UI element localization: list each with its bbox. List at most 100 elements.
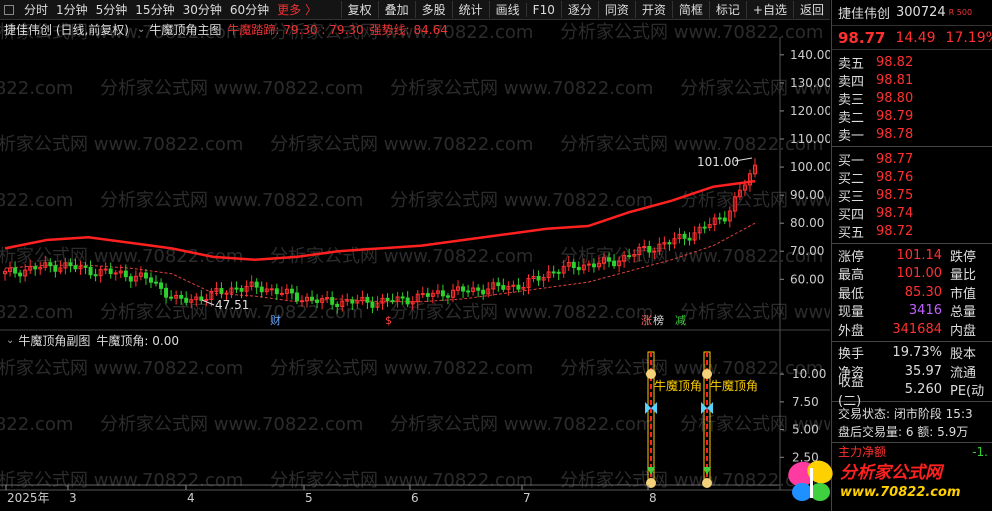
order-book-label: 卖二 <box>838 110 865 126</box>
quote-title: 捷佳伟创 300724 R 500 <box>832 0 992 26</box>
candle-body <box>18 272 23 277</box>
kline-chart[interactable]: 分析家公式网 www.70822.com 分析家公式网 www.70822.com… <box>0 0 830 511</box>
stat-label-2: 流通 <box>950 365 977 381</box>
x-tick-label: 3 <box>69 491 77 505</box>
main-indicator-label[interactable]: 牛魔顶角主图 <box>149 21 221 38</box>
stat-label: 涨停 <box>838 249 865 265</box>
candle-body <box>108 268 113 275</box>
candle-body <box>219 288 224 294</box>
candle-body <box>315 299 320 303</box>
order-book-row[interactable]: 卖三 98.80 <box>832 89 992 108</box>
candle-body <box>123 270 128 278</box>
candle-body <box>93 274 98 277</box>
candle-body <box>73 265 78 270</box>
candle-body <box>254 281 259 288</box>
order-book-row[interactable]: 买五 98.72 <box>832 222 992 241</box>
chevron-down-icon[interactable]: ⌄ <box>137 24 145 35</box>
stat-label-2: 内盘 <box>950 323 977 339</box>
candle-body <box>33 266 38 270</box>
main-chart-header: 捷佳伟创 (日线,前复权) ⌄ 牛魔顶角主图 牛魔踏蹄: 79.30 : 79.… <box>0 21 830 37</box>
order-book-row[interactable]: 买二 98.76 <box>832 168 992 187</box>
candle-body <box>466 290 471 293</box>
candle-body <box>667 242 672 245</box>
watermark-text: 分析家公式网 www.70822.com <box>100 78 363 99</box>
stat-value: 341684 <box>892 321 942 337</box>
stat-row: 收益(二) 5.260 PE(动 <box>832 375 992 409</box>
candle-body <box>294 292 299 302</box>
order-book-price: 98.77 <box>876 151 914 167</box>
order-book-row[interactable]: 卖四 98.81 <box>832 71 992 90</box>
y-tick-label: 110.00 <box>790 132 830 146</box>
x-tick-label: 7 <box>523 491 531 505</box>
candle-body <box>481 289 486 295</box>
watermark-text: 分析家公式网 www.70822.com <box>390 190 653 211</box>
candle-body <box>576 266 581 271</box>
chevron-down-icon[interactable]: ⌄ <box>6 335 14 346</box>
order-book-label: 卖四 <box>838 74 865 90</box>
stat-row: 外盘 341684 内盘 <box>832 320 992 339</box>
candle-body <box>148 277 153 283</box>
signal-label: 牛魔顶角 <box>654 378 702 393</box>
candle-body <box>400 296 405 299</box>
money-bag-icon <box>702 478 712 488</box>
order-book-row[interactable]: 买三 98.75 <box>832 186 992 205</box>
watermark-text: 分析家公式网 www.70822.com <box>270 470 533 491</box>
watermark-text: 分析家公式网 www.70822.com <box>680 302 830 323</box>
candle-body <box>325 297 330 300</box>
candle-body <box>501 285 506 290</box>
watermark-text: 分析家公式网 www.70822.com <box>0 358 243 379</box>
order-book-price: 98.78 <box>876 126 914 142</box>
watermark-text: 分析家公式网 www.70822.com <box>100 190 363 211</box>
stat-row: 换手 19.73% 股本 <box>832 344 992 363</box>
order-book-row[interactable]: 买一 98.77 <box>832 150 992 169</box>
sub-indicator-label[interactable]: 牛魔顶角副图 <box>18 332 90 349</box>
stat-value: 5.260 <box>904 382 942 398</box>
x-tick-label: 2025年 <box>7 491 50 505</box>
watermark-text: 分析家公式网 www.70822.com <box>270 134 533 155</box>
order-book-row[interactable]: 卖二 98.79 <box>832 107 992 126</box>
y-tick-label: 5.00 <box>792 423 819 437</box>
low-annotation: 47.51 <box>215 298 249 312</box>
candle-body <box>682 233 687 239</box>
stat-label: 外盘 <box>838 323 865 339</box>
watermark-text: 分析家公式网 www.70822.com <box>270 246 533 267</box>
stat-label-2: 股本 <box>950 347 977 363</box>
event-marker: 榜 <box>653 313 664 327</box>
candle-body <box>390 300 395 303</box>
order-book-row[interactable]: 卖一 98.78 <box>832 125 992 144</box>
stat-value: 3416 <box>908 303 942 319</box>
candle-body <box>647 246 652 253</box>
candle-body <box>159 282 164 289</box>
candle-body <box>722 217 727 222</box>
site-logo: 分析家公式网 www.70822.com <box>780 452 992 511</box>
candle-body <box>169 296 174 299</box>
candle-body <box>164 287 169 298</box>
x-tick-label: 6 <box>411 491 419 505</box>
stat-label: 现量 <box>838 305 865 321</box>
quote-summary: 98.77 14.49 17.19% <box>832 26 992 50</box>
order-book-label: 买二 <box>838 171 865 187</box>
signal-label: 牛魔顶角 <box>710 378 758 393</box>
stat-value: 35.97 <box>904 363 942 379</box>
stat-row: 最高 101.00 量比 <box>832 265 992 284</box>
ask-book: 卖五 98.82 卖四 98.81 卖三 98.80 卖二 98.79 卖一 98.78 <box>832 50 992 147</box>
stock-tag: R 500 <box>948 8 973 17</box>
order-book-row[interactable]: 买四 98.74 <box>832 204 992 223</box>
candle-body <box>440 290 445 297</box>
watermark-text: 分析家公式网 www.70822.com <box>0 190 73 211</box>
candle-body <box>717 217 722 220</box>
candle-body <box>330 297 335 305</box>
order-book-label: 卖五 <box>838 56 865 72</box>
stat-label-2: 市值 <box>950 286 977 302</box>
stock-code: 300724 <box>896 5 946 20</box>
order-book-label: 买四 <box>838 207 865 223</box>
candle-body <box>702 226 707 229</box>
money-bag-icon <box>646 369 656 379</box>
order-book-row[interactable]: 卖五 98.82 <box>832 53 992 72</box>
after-hours-line: 盘后交易量: 6 额: 5.9万 <box>838 424 969 439</box>
stat-label: 最高 <box>838 268 865 284</box>
candle-body <box>83 265 88 268</box>
candle-body <box>591 263 596 268</box>
butterfly-logo-icon <box>788 460 833 501</box>
order-book-price: 98.72 <box>876 223 914 239</box>
